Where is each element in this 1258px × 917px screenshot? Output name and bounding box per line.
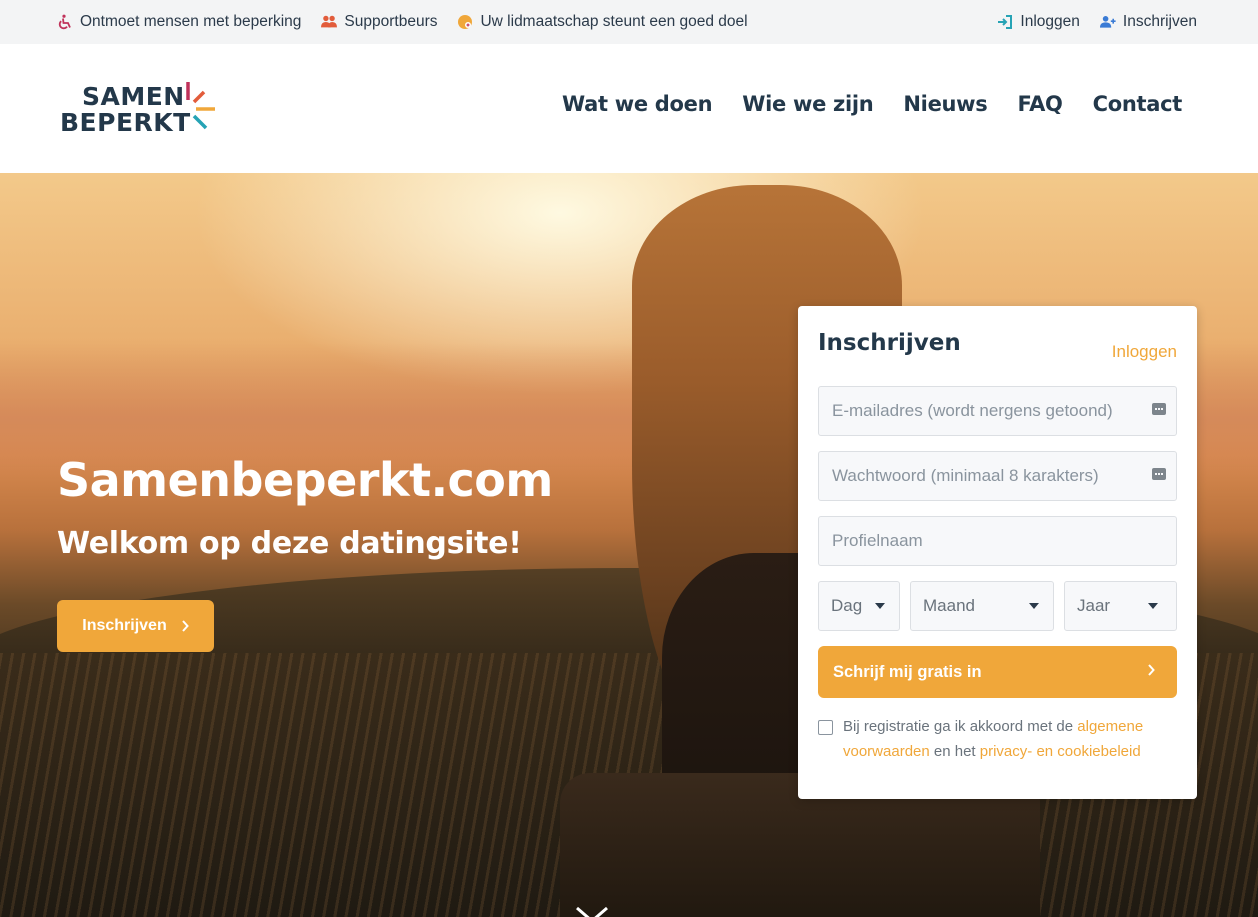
site-logo[interactable]: SAMEN BEPERKT	[60, 82, 220, 138]
main-nav: Wat we doen Wie we zijn Nieuws FAQ Conta…	[562, 92, 1182, 116]
site-header: SAMEN BEPERKT Wat we doen Wie we zijn Ni…	[0, 44, 1258, 173]
logo-text-line2: BEPERKT	[60, 108, 191, 137]
birth-month-value: Maand	[923, 596, 975, 615]
autofill-icon[interactable]	[1152, 403, 1166, 415]
topbar-link-label: Ontmoet mensen met beperking	[80, 13, 302, 30]
terms-prefix: Bij registratie ga ik akkoord met de	[843, 718, 1078, 735]
topbar-link-supportbeurs[interactable]: Supportbeurs	[321, 13, 437, 31]
nav-item-wie-we-zijn[interactable]: Wie we zijn	[742, 92, 873, 116]
email-field[interactable]: E-mailadres (wordt nergens getoond)	[818, 386, 1177, 436]
submit-register-label: Schrijf mij gratis in	[833, 662, 982, 681]
nav-item-faq[interactable]: FAQ	[1017, 92, 1062, 116]
hero-subtitle: Welkom op deze datingsite!	[57, 526, 522, 561]
topbar-login-label: Inloggen	[1020, 13, 1080, 30]
terms-agreement: Bij registratie ga ik akkoord met de alg…	[818, 714, 1178, 764]
sunburst-logo-icon	[186, 82, 215, 130]
hero-title: Samenbeperkt.com	[57, 453, 553, 507]
caret-down-icon	[875, 603, 885, 609]
birth-day-select[interactable]: Dag	[818, 581, 900, 631]
topbar-link-label: Supportbeurs	[344, 13, 438, 30]
topbar-link-label: Uw lidmaatschap steunt een goed doel	[480, 13, 748, 30]
donation-icon	[458, 15, 473, 29]
birth-month-select[interactable]: Maand	[910, 581, 1054, 631]
password-field[interactable]: Wachtwoord (minimaal 8 karakters)	[818, 451, 1177, 501]
chevron-right-icon	[1148, 664, 1155, 676]
top-utility-bar: Ontmoet mensen met beperking Supportbeur…	[0, 0, 1258, 44]
topbar-login-link[interactable]: Inloggen	[997, 13, 1080, 31]
sign-in-icon	[998, 15, 1013, 29]
nav-item-wat-we-doen[interactable]: Wat we doen	[562, 92, 713, 116]
nav-item-contact[interactable]: Contact	[1093, 92, 1183, 116]
topbar-link-charity[interactable]: Uw lidmaatschap steunt een goed doel	[457, 13, 748, 31]
caret-down-icon	[1029, 603, 1039, 609]
terms-mid: en het	[929, 743, 980, 760]
form-login-link[interactable]: Inloggen	[1112, 342, 1177, 362]
profile-name-placeholder: Profielnaam	[832, 531, 923, 550]
birth-year-select[interactable]: Jaar	[1064, 581, 1177, 631]
hero-register-label: Inschrijven	[82, 617, 167, 634]
registration-form-card: Inschrijven Inloggen E-mailadres (wordt …	[798, 306, 1197, 799]
birth-day-value: Dag	[831, 596, 863, 615]
autofill-icon[interactable]	[1152, 468, 1166, 480]
topbar-link-people[interactable]: Ontmoet mensen met beperking	[57, 13, 301, 31]
wheelchair-icon	[58, 14, 71, 30]
terms-checkbox[interactable]	[818, 720, 833, 735]
topbar-register-link[interactable]: Inschrijven	[1099, 13, 1197, 31]
user-plus-icon	[1099, 16, 1116, 28]
terms-text: Bij registratie ga ik akkoord met de alg…	[843, 714, 1178, 764]
profile-name-field[interactable]: Profielnaam	[818, 516, 1177, 566]
form-title: Inschrijven	[818, 330, 961, 356]
hero-register-button[interactable]: Inschrijven	[57, 600, 214, 652]
users-icon	[321, 15, 338, 28]
topbar-register-label: Inschrijven	[1122, 13, 1197, 30]
caret-down-icon	[1148, 603, 1158, 609]
logo-text-line1: SAMEN	[82, 82, 185, 111]
chevron-right-icon	[181, 620, 189, 632]
submit-register-button[interactable]: Schrijf mij gratis in	[818, 646, 1177, 698]
password-placeholder: Wachtwoord (minimaal 8 karakters)	[832, 466, 1099, 485]
nav-item-nieuws[interactable]: Nieuws	[903, 92, 987, 116]
birth-year-value: Jaar	[1077, 596, 1111, 615]
email-placeholder: E-mailadres (wordt nergens getoond)	[832, 401, 1113, 420]
scroll-down-chevron-icon[interactable]	[576, 905, 608, 917]
terms-link-privacy[interactable]: privacy- en cookiebeleid	[980, 743, 1141, 760]
